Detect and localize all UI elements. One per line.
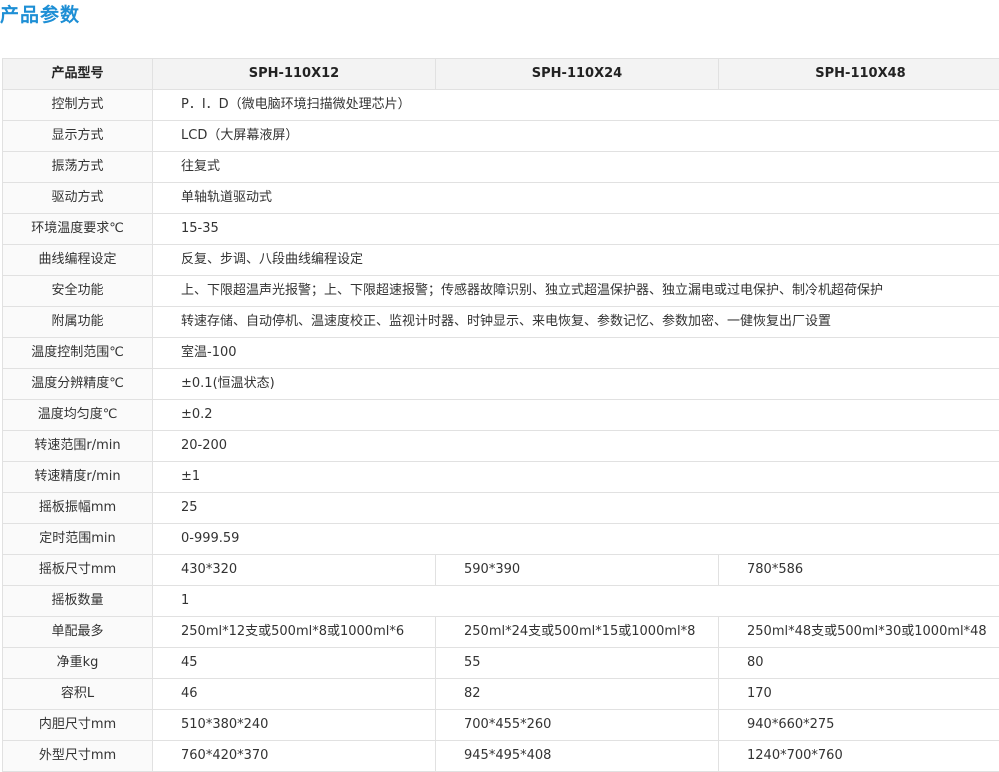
row-label: 净重kg <box>3 648 153 679</box>
row-value: ±0.1(恒温状态) <box>153 369 999 400</box>
row-label: 温度分辨精度℃ <box>3 369 153 400</box>
table-row: 外型尺寸mm 760*420*370 945*495*408 1240*700*… <box>3 741 999 772</box>
row-value: 250ml*24支或500ml*15或1000ml*8 <box>436 617 719 648</box>
row-label: 振荡方式 <box>3 152 153 183</box>
row-label: 定时范围min <box>3 524 153 555</box>
row-label: 温度控制范围℃ <box>3 338 153 369</box>
row-label: 曲线编程设定 <box>3 245 153 276</box>
table-row: 曲线编程设定 反复、步调、八段曲线编程设定 <box>3 245 999 276</box>
row-label: 容积L <box>3 679 153 710</box>
row-label: 驱动方式 <box>3 183 153 214</box>
row-value: 45 <box>153 648 436 679</box>
header-model: SPH-110X48 <box>719 59 999 90</box>
table-row: 温度均匀度℃ ±0.2 <box>3 400 999 431</box>
table-row: 附属功能 转速存储、自动停机、温速度校正、监视计时器、时钟显示、来电恢复、参数记… <box>3 307 999 338</box>
row-value: 15-35 <box>153 214 999 245</box>
table-row: 摇板振幅mm 25 <box>3 493 999 524</box>
header-label: 产品型号 <box>3 59 153 90</box>
row-value: 20-200 <box>153 431 999 462</box>
row-value: P．I．D（微电脑环境扫描微处理芯片） <box>153 90 999 121</box>
row-value: 80 <box>719 648 999 679</box>
row-value: 945*495*408 <box>436 741 719 772</box>
row-value: LCD（大屏幕液屏） <box>153 121 999 152</box>
row-value: ±0.2 <box>153 400 999 431</box>
table-row: 控制方式 P．I．D（微电脑环境扫描微处理芯片） <box>3 90 999 121</box>
row-value: 25 <box>153 493 999 524</box>
row-label: 单配最多 <box>3 617 153 648</box>
row-label: 摇板振幅mm <box>3 493 153 524</box>
row-label: 显示方式 <box>3 121 153 152</box>
table-row: 驱动方式 单轴轨道驱动式 <box>3 183 999 214</box>
header-row: 产品型号 SPH-110X12 SPH-110X24 SPH-110X48 <box>3 59 999 90</box>
row-value: 1240*700*760 <box>719 741 999 772</box>
row-label: 内胆尺寸mm <box>3 710 153 741</box>
table-row: 摇板数量 1 <box>3 586 999 617</box>
row-label: 外型尺寸mm <box>3 741 153 772</box>
table-row: 单配最多 250ml*12支或500ml*8或1000ml*6 250ml*24… <box>3 617 999 648</box>
row-value: 510*380*240 <box>153 710 436 741</box>
row-value: 上、下限超温声光报警；上、下限超速报警；传感器故障识别、独立式超温保护器、独立漏… <box>153 276 999 307</box>
table-row: 安全功能 上、下限超温声光报警；上、下限超速报警；传感器故障识别、独立式超温保护… <box>3 276 999 307</box>
page-title: 产品参数 <box>0 2 80 28</box>
row-label: 安全功能 <box>3 276 153 307</box>
row-value: 170 <box>719 679 999 710</box>
table-row: 环境温度要求℃ 15-35 <box>3 214 999 245</box>
row-value: 430*320 <box>153 555 436 586</box>
table-row: 容积L 46 82 170 <box>3 679 999 710</box>
row-value: 转速存储、自动停机、温速度校正、监视计时器、时钟显示、来电恢复、参数记忆、参数加… <box>153 307 999 338</box>
row-value: ±1 <box>153 462 999 493</box>
row-value: 反复、步调、八段曲线编程设定 <box>153 245 999 276</box>
row-value: 700*455*260 <box>436 710 719 741</box>
row-value: 590*390 <box>436 555 719 586</box>
row-label: 附属功能 <box>3 307 153 338</box>
row-value: 1 <box>153 586 999 617</box>
row-value: 单轴轨道驱动式 <box>153 183 999 214</box>
row-value: 250ml*12支或500ml*8或1000ml*6 <box>153 617 436 648</box>
row-value: 往复式 <box>153 152 999 183</box>
row-value: 0-999.59 <box>153 524 999 555</box>
header-model: SPH-110X12 <box>153 59 436 90</box>
table-row: 定时范围min 0-999.59 <box>3 524 999 555</box>
row-value: 760*420*370 <box>153 741 436 772</box>
table-row: 转速精度r/min ±1 <box>3 462 999 493</box>
row-value: 室温-100 <box>153 338 999 369</box>
row-value: 250ml*48支或500ml*30或1000ml*48 <box>719 617 999 648</box>
header-model: SPH-110X24 <box>436 59 719 90</box>
table-row: 温度控制范围℃ 室温-100 <box>3 338 999 369</box>
row-value: 780*586 <box>719 555 999 586</box>
table-row: 转速范围r/min 20-200 <box>3 431 999 462</box>
row-value: 940*660*275 <box>719 710 999 741</box>
table-row: 内胆尺寸mm 510*380*240 700*455*260 940*660*2… <box>3 710 999 741</box>
table-row: 显示方式 LCD（大屏幕液屏） <box>3 121 999 152</box>
row-label: 转速精度r/min <box>3 462 153 493</box>
table-row: 振荡方式 往复式 <box>3 152 999 183</box>
table-row: 摇板尺寸mm 430*320 590*390 780*586 <box>3 555 999 586</box>
row-label: 摇板尺寸mm <box>3 555 153 586</box>
row-label: 温度均匀度℃ <box>3 400 153 431</box>
row-value: 46 <box>153 679 436 710</box>
row-label: 控制方式 <box>3 90 153 121</box>
table-row: 温度分辨精度℃ ±0.1(恒温状态) <box>3 369 999 400</box>
row-label: 环境温度要求℃ <box>3 214 153 245</box>
row-label: 转速范围r/min <box>3 431 153 462</box>
table-row: 净重kg 45 55 80 <box>3 648 999 679</box>
row-label: 摇板数量 <box>3 586 153 617</box>
row-value: 55 <box>436 648 719 679</box>
spec-table: 产品型号 SPH-110X12 SPH-110X24 SPH-110X48 控制… <box>2 58 999 772</box>
row-value: 82 <box>436 679 719 710</box>
